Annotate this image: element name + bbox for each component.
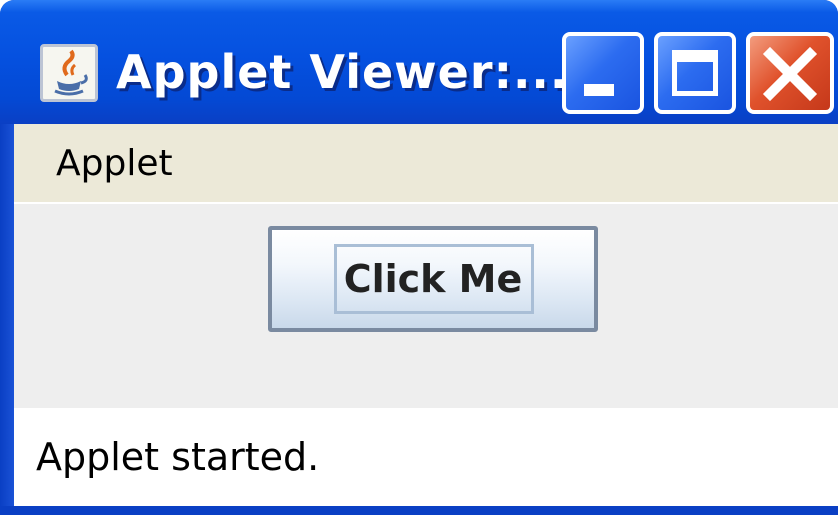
window-left-border [0, 124, 14, 515]
java-cup-icon[interactable] [40, 44, 98, 102]
maximize-button[interactable] [654, 32, 736, 114]
maximize-icon [672, 50, 718, 96]
status-bar: Applet started. [14, 408, 838, 506]
window-bottom-border [0, 506, 838, 515]
status-text: Applet started. [36, 435, 320, 479]
applet-content-panel: Click Me [14, 204, 838, 408]
window-client-area: Applet Click Me Applet started. [14, 124, 838, 506]
window-title: Applet Viewer:... [116, 45, 569, 99]
click-me-button[interactable]: Click Me [268, 226, 598, 332]
minimize-icon [584, 84, 614, 96]
click-me-button-label: Click Me [343, 257, 523, 301]
menu-bar: Applet [14, 124, 838, 204]
close-icon [762, 46, 818, 102]
title-bar[interactable]: Applet Viewer:... [0, 0, 838, 124]
minimize-button[interactable] [562, 32, 644, 114]
menu-applet[interactable]: Applet [52, 138, 177, 190]
close-button[interactable] [746, 32, 834, 114]
applet-viewer-window: Applet Viewer:... Applet Click Me Applet… [0, 0, 838, 515]
